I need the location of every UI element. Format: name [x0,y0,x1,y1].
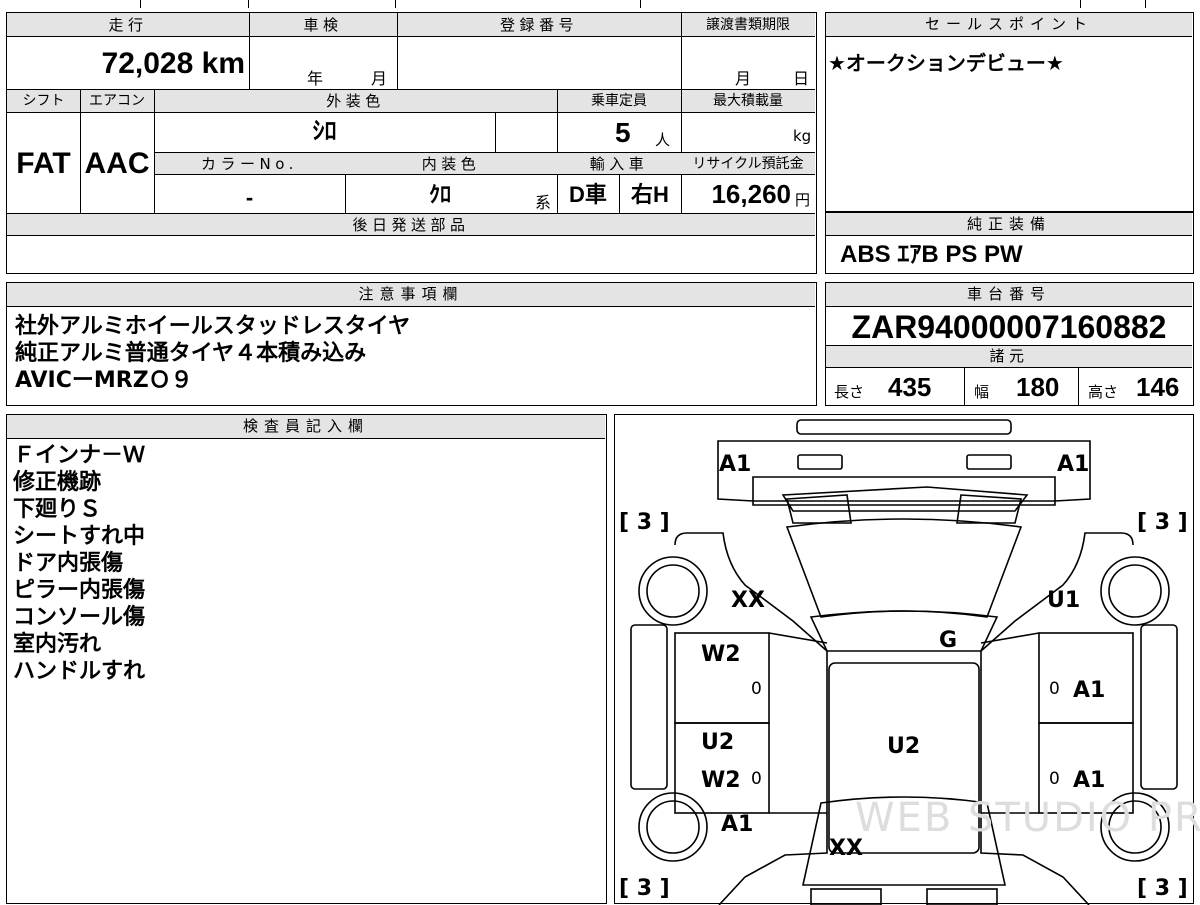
interior-label: 内装色 [421,155,481,173]
maxload-unit: kg [793,127,812,145]
notes-line: 社外アルミホイールスタッドレスタイヤ [15,314,411,339]
notes-line: 純正アルミ普通タイヤ４本積み込み [15,341,367,366]
later-parts-label: 後日発送部品 [352,216,470,234]
sales-point-text: ★オークションデビュー★ [828,51,1064,75]
capacity-label: 乗車定員 [591,93,647,109]
aircon-value: AAC [84,147,150,180]
damage-w2-front-left: W2 [701,642,741,667]
width-value: 180 [1016,372,1060,402]
aircon-label: エアコン [89,93,145,109]
damage-u2-left: U2 [701,730,735,755]
inspector-line: ドア内張傷 [13,551,124,576]
inspector-line: 修正機跡 [13,470,102,495]
length-value: 435 [888,372,932,402]
chassis-box: 車台番号 ZAR94000007160882 諸元 長さ 435 幅 180 高… [825,282,1194,406]
height-label: 高さ [1088,383,1119,401]
width-label: 幅 [974,383,990,401]
import-label: 輸入車 [589,155,649,173]
mark-zero-right-rear: 0 [1049,769,1060,789]
exterior-value: ｼﾛ [312,118,337,145]
vehicle-info-grid: 走行 車検 登録番号 譲渡書類期限 72,028 km 年 月 月 日 シフト … [6,12,817,274]
recycle-value: 16,260 [711,179,791,209]
mark-zero-left-rear: 0 [751,769,762,789]
mileage-label: 走行 [108,16,148,34]
inspector-line: コンソール傷 [13,605,146,630]
interior-value: ｸﾛ [428,182,451,207]
height-value: 146 [1136,372,1180,402]
inspector-line: 下廻りＳ [13,497,102,522]
inspection-label: 車検 [303,16,343,34]
damage-a1-rear-left: A1 [721,812,754,837]
registration-label: 登録番号 [499,16,578,34]
inspector-line: ピラー内張傷 [13,578,146,603]
inspector-label: 検査員記入欄 [7,415,605,439]
inspector-line: 室内汚れ [13,632,102,657]
chassis-value: ZAR94000007160882 [851,309,1167,345]
colorno-label: カラーNo. [201,155,298,173]
import-d: D車 [569,182,607,207]
inspector-line: Ｆインナ－Ｗ [13,443,146,468]
transfer-day: 日 [793,69,810,88]
watermark-text: WEB STUDIO PRO [855,795,1200,841]
tire-rear-right: [ 3 ] [1137,876,1188,901]
shift-label: シフト [22,93,65,109]
tire-rear-left: [ 3 ] [619,876,670,901]
recycle-unit: 円 [795,191,811,209]
inspector-box: 検査員記入欄 Ｆインナ－Ｗ 修正機跡 下廻りＳ シートすれ中 ドア内張傷 ピラー… [6,414,607,904]
damage-xx-rear: XX [829,836,863,861]
colorno-value: - [245,185,254,210]
capacity-unit: 人 [655,131,671,149]
damage-u2-roof: U2 [887,734,921,759]
damage-w2-rear-left: W2 [701,768,741,793]
recycle-label: リサイクル預託金 [692,156,804,172]
damage-u1: U1 [1047,588,1081,613]
exterior-label: 外装色 [326,92,385,110]
inspector-line: シートすれ中 [13,524,146,549]
damage-a1-front-right: A1 [1057,452,1090,477]
tire-front-left: [ 3 ] [619,510,670,535]
inspection-month: 月 [371,69,388,88]
damage-a1-right-rear-door: A1 [1073,768,1106,793]
transfer-label: 譲渡書類期限 [706,17,790,33]
top-strip [0,0,1200,8]
inspection-year: 年 [307,69,324,88]
sales-point-label: セールスポイント [826,13,1192,37]
transfer-month: 月 [735,69,752,88]
damage-a1-front-left: A1 [719,452,752,477]
import-h: 右H [631,182,669,207]
interior-suffix: 系 [535,193,552,212]
notes-box: 注意事項欄 社外アルミホイールスタッドレスタイヤ 純正アルミ普通タイヤ４本積み込… [6,282,817,406]
equipment-box: 純正装備 ABS ｴｱB PS PW [825,212,1194,274]
chassis-label: 車台番号 [826,283,1192,307]
maxload-label: 最大積載量 [713,93,783,109]
capacity-value: 5 [615,117,631,148]
damage-xx-front: XX [731,588,765,613]
tire-front-right: [ 3 ] [1137,510,1188,535]
mark-zero-right-front: 0 [1049,679,1060,699]
notes-label: 注意事項欄 [7,283,815,307]
shift-value: FAT [16,147,71,180]
damage-g: G [939,628,958,653]
car-diagram-box: WEB STUDIO PRO A1 A1 [ 3 ] [ 3 ] XX U1 G… [614,414,1200,905]
notes-line: AVICーMRZＯ９ [15,368,193,393]
sales-point-box: セールスポイント ★オークションデビュー★ [825,12,1194,212]
inspector-line: ハンドルすれ [13,659,146,684]
damage-a1-right-front-door: A1 [1073,678,1106,703]
equipment-label: 純正装備 [826,213,1192,236]
mark-zero-left-front: 0 [751,679,762,699]
equipment-text: ABS ｴｱB PS PW [840,241,1023,268]
specs-label: 諸元 [989,347,1029,365]
length-label: 長さ [834,383,865,401]
mileage-value: 72,028 km [101,47,245,80]
